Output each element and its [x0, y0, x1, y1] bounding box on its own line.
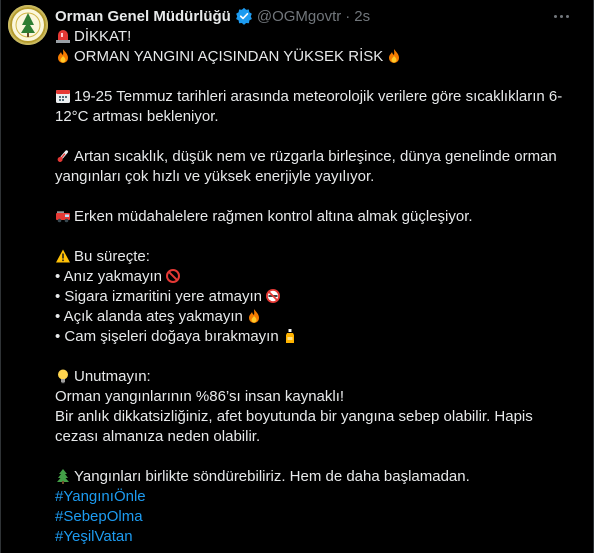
line-forecast: 19-25 Temmuz tarihleri arasında meteorol… — [55, 87, 575, 127]
bullet-stubble-text: • Anız yakmayın — [55, 268, 162, 285]
remember-heading: Unutmayın: — [74, 368, 151, 385]
tree-icon — [55, 468, 72, 485]
more-options-icon[interactable] — [549, 6, 573, 26]
bullet-cigarette: • Sigara izmaritini yere atmayın — [55, 287, 575, 307]
line-process: Bu süreçte: — [55, 247, 575, 267]
thermometer-icon — [55, 148, 72, 165]
bullet-stubble: • Anız yakmayın — [55, 267, 575, 287]
line-warning: Bir anlık dikkatsizliğiniz, afet boyutun… — [55, 407, 575, 447]
avatar[interactable] — [8, 5, 48, 45]
hashtag-line: #YangınıÖnle — [55, 487, 575, 507]
bullet-bottle-text: • Cam şişeleri doğaya bırakmayın — [55, 328, 279, 345]
author-name[interactable]: Orman Genel Müdürlüğü — [55, 8, 231, 25]
line-dikkat: DİKKAT! — [55, 27, 575, 47]
hashtag-line: #SebepOlma — [55, 507, 575, 527]
separator-dot: · — [345, 7, 351, 25]
bullet-bottle: • Cam şişeleri doğaya bırakmayın — [55, 327, 575, 347]
risk-heading: ORMAN YANGINI AÇISINDAN YÜKSEK RİSK — [74, 48, 384, 65]
line-control: Erken müdahalelere rağmen kontrol altına… — [55, 207, 575, 227]
author-handle[interactable]: @OGMgovtr — [257, 8, 341, 25]
bullet-fire-text: • Açık alanda ateş yakmayın — [55, 308, 243, 325]
fire-icon — [386, 48, 403, 65]
process-heading: Bu süreçte: — [74, 248, 150, 265]
fire-icon — [55, 48, 72, 65]
line-statistic: Orman yangınlarının %86’sı insan kaynakl… — [55, 387, 575, 407]
lightbulb-icon — [55, 368, 72, 385]
tweet: Orman Genel Müdürlüğü @OGMgovtr · 2s DİK… — [0, 0, 594, 553]
ogm-logo-icon — [10, 7, 46, 43]
bullet-fire: • Açık alanda ateş yakmayın — [55, 307, 575, 327]
tweet-header: Orman Genel Müdürlüğü @OGMgovtr · 2s — [55, 5, 370, 27]
hashtag-line: #YeşilVatan — [55, 527, 575, 547]
line-together: Yangınları birlikte söndürebiliriz. Hem … — [55, 467, 575, 487]
hashtag-link[interactable]: #YeşilVatan — [55, 528, 133, 545]
alert-heading: DİKKAT! — [74, 28, 132, 45]
fire-icon — [246, 308, 263, 325]
forecast-text: 19-25 Temmuz tarihleri arasında meteorol… — [55, 88, 563, 125]
prohibited-icon — [165, 268, 182, 285]
no-smoking-icon — [265, 288, 282, 305]
bottle-icon — [282, 328, 299, 345]
control-text: Erken müdahalelere rağmen kontrol altına… — [74, 208, 473, 225]
warning-text: Bir anlık dikkatsizliğiniz, afet boyutun… — [55, 408, 533, 445]
line-remember: Unutmayın: — [55, 367, 575, 387]
spread-text: Artan sıcaklık, düşük nem ve rüzgarla bi… — [55, 148, 557, 185]
fire-engine-icon — [55, 208, 72, 225]
verified-badge-icon[interactable] — [235, 7, 253, 25]
warning-icon — [55, 248, 72, 265]
calendar-icon — [55, 88, 72, 105]
bullet-cigarette-text: • Sigara izmaritini yere atmayın — [55, 288, 262, 305]
tweet-text: DİKKAT! ORMAN YANGINI AÇISINDAN YÜKSEK R… — [55, 27, 575, 547]
line-risk: ORMAN YANGINI AÇISINDAN YÜKSEK RİSK — [55, 47, 575, 67]
hashtag-link[interactable]: #YangınıÖnle — [55, 488, 146, 505]
statistic-text: Orman yangınlarının %86’sı insan kaynakl… — [55, 388, 345, 405]
line-spread: Artan sıcaklık, düşük nem ve rüzgarla bi… — [55, 147, 575, 187]
hashtag-link[interactable]: #SebepOlma — [55, 508, 143, 525]
siren-icon — [55, 28, 72, 45]
together-text: Yangınları birlikte söndürebiliriz. Hem … — [74, 468, 470, 485]
tweet-time[interactable]: 2s — [354, 8, 370, 25]
